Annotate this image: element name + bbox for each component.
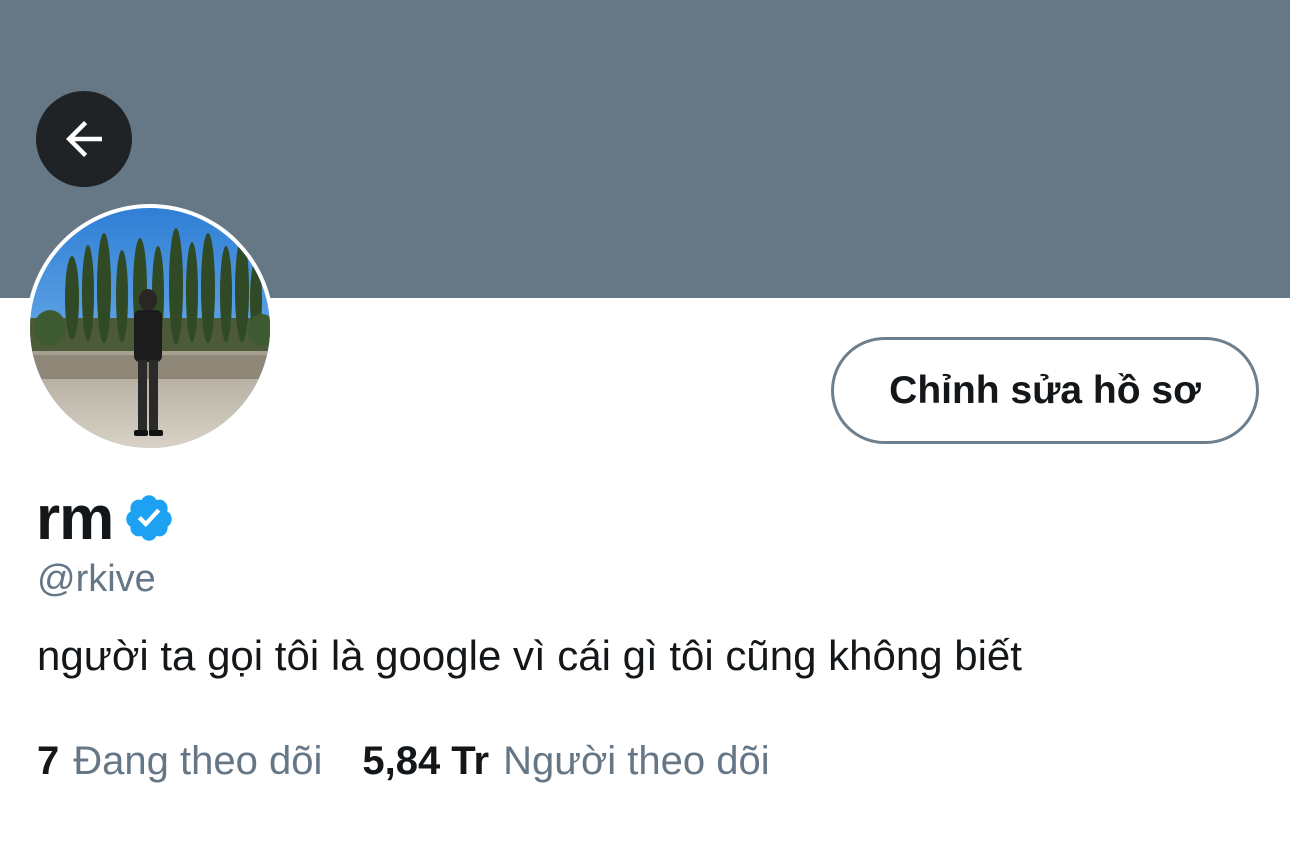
- avatar-photo: [30, 208, 270, 448]
- follow-stats: 7 Đang theo dõi 5,84 Tr Người theo dõi: [37, 734, 770, 788]
- following-link[interactable]: 7 Đang theo dõi: [37, 739, 322, 784]
- following-count: 7: [37, 738, 60, 783]
- avatar[interactable]: [30, 208, 270, 448]
- username-handle: @rkive: [37, 558, 156, 600]
- display-name: rm: [36, 483, 114, 553]
- edit-profile-button[interactable]: Chỉnh sửa hồ sơ: [831, 337, 1259, 444]
- name-row: rm: [36, 482, 175, 554]
- back-button[interactable]: [36, 91, 132, 187]
- verified-badge-icon: [123, 492, 175, 549]
- profile-bio: người ta gọi tôi là google vì cái gì tôi…: [37, 632, 1022, 679]
- followers-count: 5,84 Tr: [362, 738, 490, 783]
- following-label: Đang theo dõi: [73, 738, 323, 783]
- followers-label: Người theo dõi: [503, 738, 770, 783]
- arrow-left-icon: [66, 121, 102, 157]
- followers-link[interactable]: 5,84 Tr Người theo dõi: [362, 739, 769, 784]
